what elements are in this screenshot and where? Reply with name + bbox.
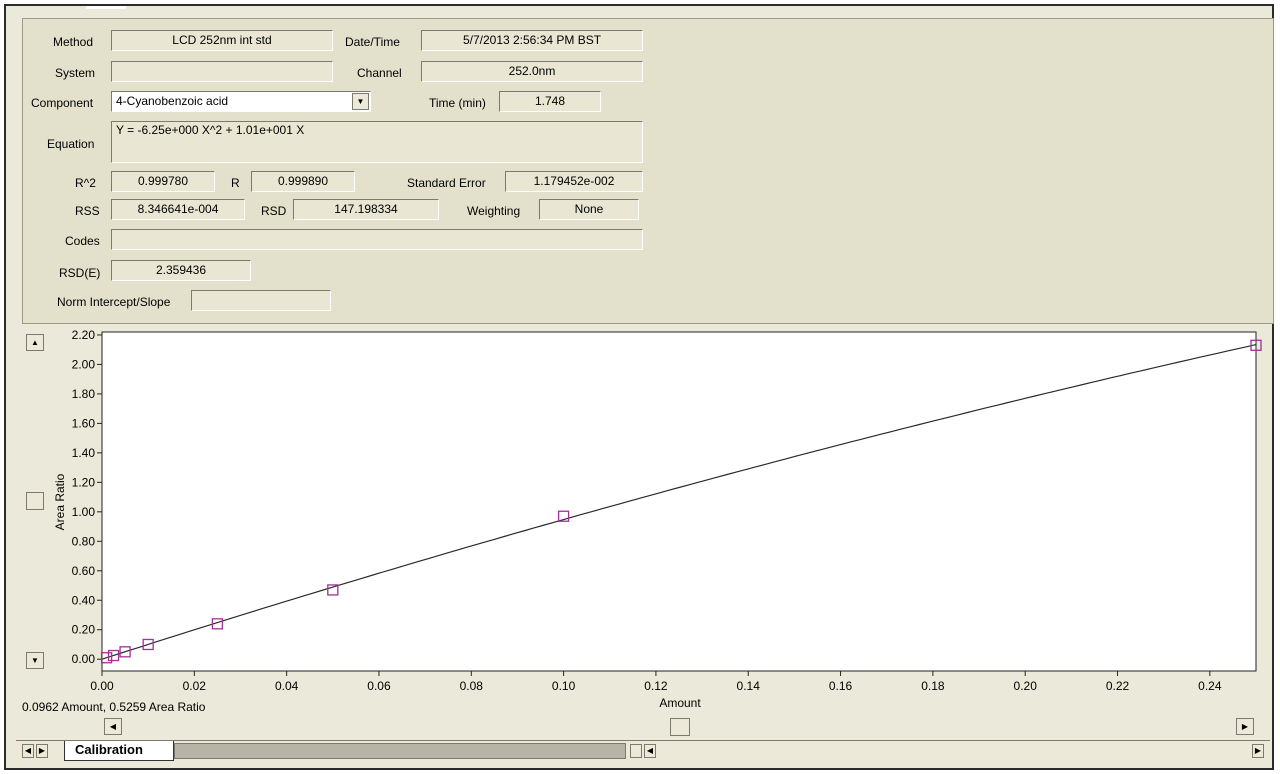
weighting-label: Weighting — [467, 204, 521, 218]
cursor-readout: 0.0962 Amount, 0.5259 Area Ratio — [22, 700, 206, 714]
x-tick-label: 0.14 — [737, 679, 761, 693]
weighting-field: None — [539, 199, 639, 220]
time-label: Time (min) — [429, 96, 486, 110]
rsd-field: 147.198334 — [293, 199, 439, 220]
x-tick-label: 0.20 — [1014, 679, 1038, 693]
y-tick-label: 0.00 — [72, 652, 96, 666]
channel-label: Channel — [357, 66, 402, 80]
y-tick-label: 1.00 — [72, 505, 96, 519]
codes-label: Codes — [65, 234, 100, 248]
horizontal-scroll-thumb[interactable] — [670, 718, 690, 736]
component-label: Component — [31, 96, 94, 110]
x-tick-label: 0.06 — [367, 679, 391, 693]
x-tick-label: 0.16 — [829, 679, 853, 693]
r-label: R — [231, 176, 240, 190]
rss-label: RSS — [75, 204, 100, 218]
x-axis-label: Amount — [659, 696, 701, 710]
r2-label: R^2 — [75, 176, 96, 190]
tab-bar-splitter[interactable] — [630, 744, 642, 758]
tab-calibration[interactable]: Calibration — [64, 741, 174, 761]
y-tick-label: 2.20 — [72, 328, 96, 342]
method-label: Method — [53, 35, 94, 49]
equation-field: Y = -6.25e+000 X^2 + 1.01e+001 X — [111, 121, 643, 163]
y-axis-label: Area Ratio — [53, 473, 67, 530]
calibration-chart[interactable]: 0.00 0.20 0.40 0.60 0.80 1.00 1.20 1.40 1.60 1.80… — [0, 322, 1280, 718]
x-tick-label: 0.18 — [921, 679, 945, 693]
x-tick-label: 0.10 — [552, 679, 576, 693]
rss-field: 8.346641e-004 — [111, 199, 245, 220]
horizontal-scrollbar[interactable]: ◀ ▶ — [104, 718, 1254, 736]
tab-prev-button[interactable]: ◀ — [22, 744, 34, 758]
component-dropdown[interactable]: 4-Cyanobenzoic acid ▼ — [111, 91, 371, 112]
top-tab-strip — [86, 6, 126, 9]
component-dropdown-value: 4-Cyanobenzoic acid — [116, 94, 229, 108]
x-tick-label: 0.00 — [90, 679, 114, 693]
tab-next-button[interactable]: ▶ — [36, 744, 48, 758]
x-tick-label: 0.24 — [1198, 679, 1222, 693]
equation-label: Equation — [47, 137, 95, 151]
datetime-field: 5/7/2013 2:56:34 PM BST — [421, 30, 643, 51]
standard-error-field: 1.179452e-002 — [505, 171, 643, 192]
y-tick-label: 1.40 — [72, 446, 96, 460]
x-tick-label: 0.12 — [644, 679, 668, 693]
system-field — [111, 61, 333, 82]
tab-bar: ◀ ▶ Calibration ◀ ▶ — [16, 740, 1270, 763]
channel-field: 252.0nm — [421, 61, 643, 82]
norm-intercept-slope-label: Norm Intercept/Slope — [57, 295, 171, 309]
tab-area-filler — [174, 743, 626, 759]
y-tick-label: 1.20 — [72, 475, 96, 489]
bottom-scroll-right-button[interactable]: ▶ — [1252, 744, 1264, 758]
calibration-info-panel: Method LCD 252nm int std Date/Time 5/7/2… — [22, 18, 1274, 324]
y-tick-label: 0.20 — [72, 623, 96, 637]
method-field: LCD 252nm int std — [111, 30, 333, 51]
y-tick-label: 0.80 — [72, 534, 96, 548]
codes-field — [111, 229, 643, 250]
x-tick-label: 0.22 — [1106, 679, 1130, 693]
scroll-right-button[interactable]: ▶ — [1236, 718, 1254, 735]
x-tick-label: 0.02 — [183, 679, 207, 693]
y-tick-label: 1.80 — [72, 387, 96, 401]
scroll-left-button[interactable]: ◀ — [104, 718, 122, 735]
bottom-scroll-left-button[interactable]: ◀ — [644, 744, 656, 758]
chevron-down-icon[interactable]: ▼ — [352, 93, 369, 110]
y-tick-label: 0.60 — [72, 564, 96, 578]
x-tick-label: 0.08 — [460, 679, 484, 693]
norm-intercept-slope-field — [191, 290, 331, 311]
system-label: System — [55, 66, 96, 80]
rsde-label: RSD(E) — [59, 266, 101, 280]
time-field: 1.748 — [499, 91, 601, 112]
x-tick-label: 0.04 — [275, 679, 299, 693]
y-tick-label: 1.60 — [72, 416, 96, 430]
r2-field: 0.999780 — [111, 171, 215, 192]
r-field: 0.999890 — [251, 171, 355, 192]
y-tick-label: 0.40 — [72, 593, 96, 607]
standard-error-label: Standard Error — [407, 176, 486, 190]
datetime-label: Date/Time — [345, 35, 400, 49]
rsde-field: 2.359436 — [111, 260, 251, 281]
rsd-label: RSD — [261, 204, 287, 218]
y-tick-label: 2.00 — [72, 357, 96, 371]
plot-area — [101, 331, 1257, 672]
